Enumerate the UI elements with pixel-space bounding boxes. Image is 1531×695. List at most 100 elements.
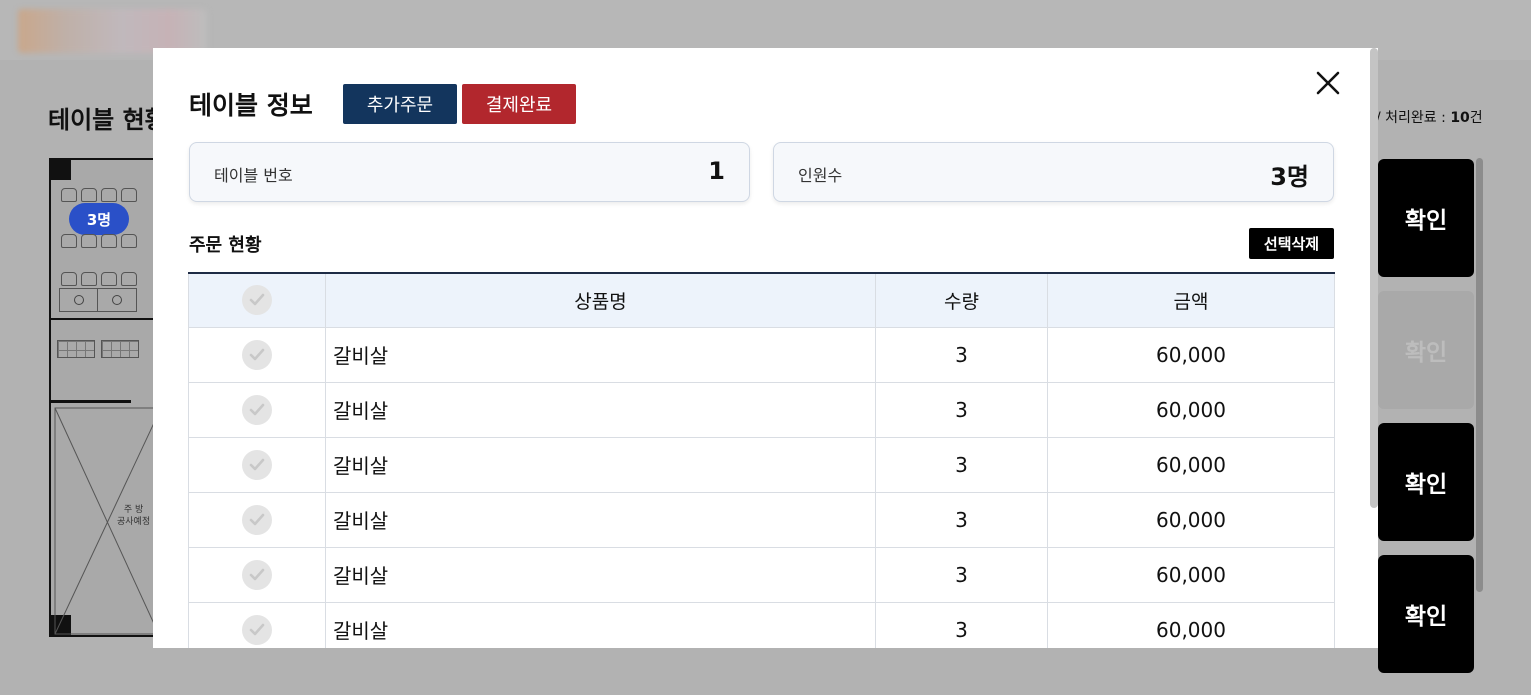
table-row: 갈비살 3 60,000 bbox=[188, 546, 1335, 603]
check-icon bbox=[249, 513, 265, 525]
product-name-cell: 갈비살 bbox=[325, 326, 876, 383]
delete-selected-button[interactable]: 선택삭제 bbox=[1249, 228, 1334, 259]
chair bbox=[81, 272, 97, 286]
amount-cell: 60,000 bbox=[1047, 436, 1335, 493]
chair bbox=[101, 272, 117, 286]
table-row: 갈비살 3 60,000 bbox=[188, 601, 1335, 648]
chair bbox=[81, 188, 97, 202]
chair bbox=[101, 234, 117, 248]
quantity-cell: 3 bbox=[875, 436, 1048, 493]
chair bbox=[121, 188, 137, 202]
party-size-value: 3명 bbox=[1270, 163, 1309, 191]
table-number-value: 1 bbox=[708, 157, 725, 185]
product-name-cell: 갈비살 bbox=[325, 601, 876, 648]
confirm-button[interactable]: 확인 bbox=[1378, 423, 1474, 541]
chair-row bbox=[61, 188, 137, 202]
order-status-title: 주문 현황 bbox=[189, 235, 262, 256]
kitchen-label: 주 방 공사예정 bbox=[117, 504, 150, 528]
chair bbox=[81, 234, 97, 248]
table-number-box: 테이블 번호 1 bbox=[189, 142, 750, 202]
row-select-cell bbox=[188, 436, 326, 493]
select-all-checkbox[interactable] bbox=[242, 285, 272, 316]
add-order-button[interactable]: 추가주문 bbox=[343, 84, 457, 124]
chair bbox=[101, 188, 117, 202]
check-icon bbox=[249, 458, 265, 470]
product-name-cell: 갈비살 bbox=[325, 381, 876, 438]
check-icon bbox=[249, 293, 265, 306]
table-row: 갈비살 3 60,000 bbox=[188, 436, 1335, 493]
check-icon bbox=[249, 568, 265, 580]
product-name-cell: 갈비살 bbox=[325, 491, 876, 548]
brand-logo[interactable] bbox=[18, 9, 207, 53]
chair bbox=[61, 272, 77, 286]
table-people-badge[interactable]: 3명 bbox=[69, 203, 129, 235]
chair bbox=[61, 188, 77, 202]
chair bbox=[121, 272, 137, 286]
modal-scrollbar[interactable] bbox=[1370, 48, 1378, 508]
party-size-label: 인원수 bbox=[798, 166, 843, 185]
quantity-cell: 3 bbox=[875, 601, 1048, 648]
floor-plan: 3명 주 방 공사예정 bbox=[49, 158, 159, 637]
table-header-row: 상품명 수량 금액 bbox=[188, 272, 1335, 328]
column-header-product: 상품명 bbox=[325, 272, 876, 328]
row-checkbox[interactable] bbox=[242, 394, 272, 425]
kitchen-label-text: 주 방 bbox=[123, 505, 144, 515]
check-icon bbox=[249, 623, 265, 635]
confirm-button[interactable]: 확인 bbox=[1378, 159, 1474, 277]
column-header-quantity: 수량 bbox=[875, 272, 1048, 328]
party-size-box: 인원수 3명 bbox=[773, 142, 1334, 202]
kitchen-sublabel-text: 공사예정 bbox=[117, 517, 151, 527]
payment-complete-button[interactable]: 결제완료 bbox=[462, 84, 576, 124]
product-name-cell: 갈비살 bbox=[325, 546, 876, 603]
row-checkbox[interactable] bbox=[242, 339, 272, 370]
seat-marker bbox=[73, 295, 84, 305]
page-title: 테이블 현황 bbox=[48, 106, 158, 134]
floorplan-wall bbox=[51, 318, 157, 320]
amount-cell: 60,000 bbox=[1047, 491, 1335, 548]
row-select-cell bbox=[188, 601, 326, 648]
amount-cell: 60,000 bbox=[1047, 601, 1335, 648]
table-row: 갈비살 3 60,000 bbox=[188, 381, 1335, 438]
status-summary-unit: 건 bbox=[1469, 110, 1483, 126]
product-name-cell: 갈비살 bbox=[325, 436, 876, 493]
table-number-label: 테이블 번호 bbox=[214, 166, 293, 185]
amount-cell: 60,000 bbox=[1047, 381, 1335, 438]
floorplan-counter bbox=[57, 340, 139, 358]
row-checkbox[interactable] bbox=[242, 614, 272, 645]
table-row: 갈비살 3 60,000 bbox=[188, 326, 1335, 383]
chair-row bbox=[61, 234, 137, 248]
seat-marker bbox=[112, 295, 122, 305]
order-table: 상품명 수량 금액 갈비살 3 60,000 갈비살 3 60,000 갈비살 … bbox=[188, 272, 1335, 648]
table-info-modal: 테이블 정보 추가주문 결제완료 테이블 번호 1 인원수 3명 주문 현황 선… bbox=[153, 48, 1378, 648]
floorplan-pillar bbox=[51, 160, 71, 180]
chair bbox=[61, 234, 77, 248]
table-row: 갈비살 3 60,000 bbox=[188, 491, 1335, 548]
status-summary: / 처리완료 : 10건 bbox=[1376, 107, 1483, 127]
status-summary-prefix: / 처리완료 : bbox=[1376, 110, 1451, 126]
quantity-cell: 3 bbox=[875, 491, 1048, 548]
row-checkbox[interactable] bbox=[242, 504, 272, 535]
close-icon[interactable] bbox=[1315, 70, 1341, 96]
row-select-cell bbox=[188, 491, 326, 548]
chair-row bbox=[61, 272, 137, 286]
check-icon bbox=[249, 348, 265, 360]
quantity-cell: 3 bbox=[875, 381, 1048, 438]
confirm-button-done[interactable]: 확인 bbox=[1378, 291, 1474, 409]
quantity-cell: 3 bbox=[875, 326, 1048, 383]
column-header-amount: 금액 bbox=[1047, 272, 1335, 328]
row-checkbox[interactable] bbox=[242, 559, 272, 590]
page-scrollbar[interactable] bbox=[1476, 158, 1483, 592]
modal-title: 테이블 정보 bbox=[189, 91, 313, 120]
floorplan-wall bbox=[51, 400, 131, 403]
row-select-cell bbox=[188, 381, 326, 438]
confirm-button[interactable]: 확인 bbox=[1378, 555, 1474, 673]
row-select-cell bbox=[188, 546, 326, 603]
quantity-cell: 3 bbox=[875, 546, 1048, 603]
floorplan-table[interactable] bbox=[59, 288, 137, 312]
check-icon bbox=[249, 403, 265, 415]
amount-cell: 60,000 bbox=[1047, 326, 1335, 383]
status-summary-count: 10 bbox=[1450, 110, 1470, 126]
chair bbox=[121, 234, 137, 248]
amount-cell: 60,000 bbox=[1047, 546, 1335, 603]
row-checkbox[interactable] bbox=[242, 449, 272, 480]
